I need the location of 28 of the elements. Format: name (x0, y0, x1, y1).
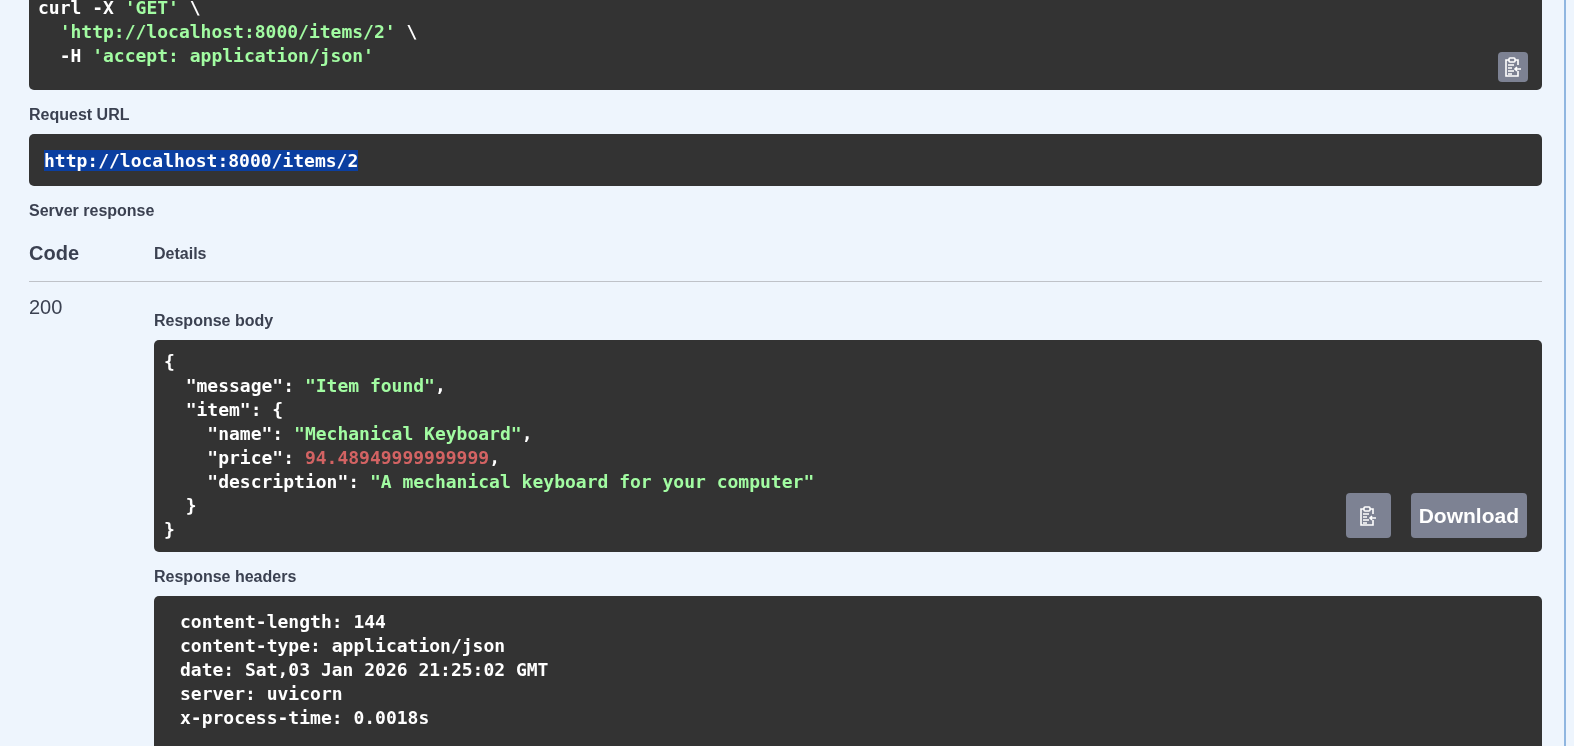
code-line: { (164, 350, 175, 374)
code-line: content-type: application/json (180, 634, 506, 658)
section-label: Response headers (154, 568, 298, 586)
column-header: Details (154, 244, 207, 263)
clipboard-icon (1359, 505, 1378, 526)
code-line: server: uvicorn (180, 682, 343, 706)
code-line: 'http://localhost:8000/items/2' \ (58, 20, 418, 44)
copy-button[interactable] (1345, 493, 1391, 538)
code-line: date: Sat,03 Jan 2026 21:25:02 GMT (180, 658, 549, 682)
status-code: 200 (29, 296, 64, 320)
section-label: Request URL (29, 106, 131, 124)
url-text[interactable]: http://localhost:8000/items/2 (44, 149, 359, 171)
code-line: "item": { (184, 398, 284, 422)
clipboard-icon (1504, 57, 1522, 77)
section-label: Response body (154, 312, 275, 330)
section-label: Server response (29, 202, 156, 220)
code-line: -H 'accept: application/json' (58, 44, 374, 68)
code-line: curl -X 'GET' \ (38, 0, 201, 20)
code-line: } (164, 518, 175, 542)
code-line: "description": "A mechanical keyboard for your computer" (206, 470, 815, 494)
code-line: content-length: 144 (180, 610, 386, 634)
code-line: "name": "Mechanical Keyboard", (206, 422, 533, 446)
code-line: } (184, 494, 197, 518)
download-button[interactable]: Download (1410, 493, 1527, 538)
code-line: x-process-time: 0.0018s (180, 706, 430, 730)
column-header: Code (29, 242, 80, 265)
code-line: "message": "Item found", (184, 374, 446, 398)
code-line: "price": 94.48949999999999, (206, 446, 500, 470)
